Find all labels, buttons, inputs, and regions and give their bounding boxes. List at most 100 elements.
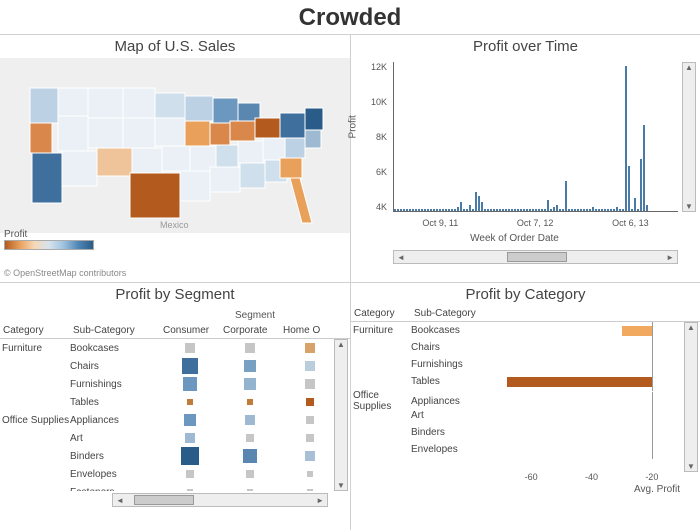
segment-hscrollbar[interactable]: ◄►	[112, 493, 328, 507]
time-bar[interactable]	[439, 209, 441, 211]
time-bar[interactable]	[589, 209, 591, 211]
time-bar[interactable]	[442, 209, 444, 211]
time-bar[interactable]	[466, 209, 468, 211]
time-bar[interactable]	[532, 209, 534, 211]
time-bar[interactable]	[460, 202, 462, 211]
segment-mark[interactable]	[246, 470, 254, 478]
time-bar[interactable]	[451, 209, 453, 211]
time-bar[interactable]	[583, 209, 585, 211]
time-bar[interactable]	[598, 209, 600, 211]
segment-mark[interactable]	[247, 489, 253, 491]
segment-mark[interactable]	[183, 377, 197, 391]
time-bar[interactable]	[580, 209, 582, 211]
time-bar[interactable]	[628, 166, 630, 211]
category-vscrollbar[interactable]	[684, 322, 698, 472]
time-bar[interactable]	[400, 209, 402, 211]
time-bar[interactable]	[607, 209, 609, 211]
us-map[interactable]: Mexico	[0, 58, 350, 233]
time-bar[interactable]	[478, 196, 480, 211]
time-bar[interactable]	[595, 209, 597, 211]
time-bar[interactable]	[436, 209, 438, 211]
time-bar[interactable]	[472, 209, 474, 211]
time-bar[interactable]	[568, 209, 570, 211]
time-bar[interactable]	[505, 209, 507, 211]
segment-row[interactable]: Fasteners	[0, 483, 350, 491]
time-bar[interactable]	[643, 125, 645, 211]
segment-row[interactable]: Office SuppliesAppliances	[0, 411, 350, 429]
time-bar[interactable]	[415, 209, 417, 211]
segment-mark[interactable]	[185, 433, 195, 443]
segment-row[interactable]: Envelopes	[0, 465, 350, 483]
time-bar[interactable]	[574, 209, 576, 211]
category-body[interactable]: FurnitureBookcasesChairsFurnishingsTable…	[351, 322, 700, 472]
time-bar[interactable]	[619, 209, 621, 211]
segment-mark[interactable]	[305, 361, 315, 371]
segment-row[interactable]: Art	[0, 429, 350, 447]
segment-vscrollbar[interactable]	[334, 339, 348, 491]
time-bar[interactable]	[610, 209, 612, 211]
time-bar[interactable]	[517, 209, 519, 211]
time-bar[interactable]	[544, 209, 546, 211]
segment-row[interactable]: Binders	[0, 447, 350, 465]
category-row[interactable]: Binders	[351, 424, 700, 441]
time-bar[interactable]	[631, 209, 633, 211]
segment-mark[interactable]	[245, 343, 255, 353]
time-bar[interactable]	[475, 192, 477, 211]
segment-body[interactable]: FurnitureBookcasesChairsFurnishingsTable…	[0, 339, 350, 491]
time-plot-area[interactable]	[393, 62, 678, 212]
time-bar[interactable]	[520, 209, 522, 211]
time-bar[interactable]	[448, 209, 450, 211]
segment-row[interactable]: Chairs	[0, 357, 350, 375]
time-bar[interactable]	[625, 66, 627, 211]
time-bar[interactable]	[511, 209, 513, 211]
time-bar[interactable]	[397, 209, 399, 211]
segment-mark[interactable]	[305, 343, 315, 353]
time-bar[interactable]	[481, 202, 483, 211]
time-bar[interactable]	[616, 207, 618, 211]
time-bar[interactable]	[487, 209, 489, 211]
segment-table[interactable]: Segment Category Sub-Category Consumer C…	[0, 310, 350, 491]
segment-mark[interactable]	[306, 434, 314, 442]
category-row[interactable]: Chairs	[351, 339, 700, 356]
time-bar[interactable]	[550, 209, 552, 211]
time-bar[interactable]	[601, 209, 603, 211]
time-bar[interactable]	[538, 209, 540, 211]
segment-mark[interactable]	[306, 416, 314, 424]
segment-mark[interactable]	[182, 358, 198, 374]
time-bar[interactable]	[499, 209, 501, 211]
time-bar[interactable]	[559, 209, 561, 211]
segment-mark[interactable]	[305, 451, 315, 461]
segment-mark[interactable]	[307, 489, 313, 491]
time-bar[interactable]	[637, 209, 639, 211]
time-bar[interactable]	[514, 209, 516, 211]
segment-mark[interactable]	[245, 415, 255, 425]
time-bar[interactable]	[526, 209, 528, 211]
time-bar[interactable]	[406, 209, 408, 211]
time-bar[interactable]	[493, 209, 495, 211]
segment-mark[interactable]	[243, 449, 257, 463]
time-bar[interactable]	[523, 209, 525, 211]
category-row[interactable]: Envelopes	[351, 441, 700, 458]
time-bar[interactable]	[454, 209, 456, 211]
time-bar[interactable]	[592, 207, 594, 211]
segment-mark[interactable]	[305, 379, 315, 389]
time-bar[interactable]	[562, 209, 564, 211]
segment-mark[interactable]	[181, 447, 199, 465]
time-bar[interactable]	[613, 209, 615, 211]
time-bar[interactable]	[403, 209, 405, 211]
segment-mark[interactable]	[247, 399, 253, 405]
segment-row[interactable]: Tables	[0, 393, 350, 411]
category-row[interactable]: Furnishings	[351, 356, 700, 373]
time-bar[interactable]	[427, 209, 429, 211]
time-bar[interactable]	[547, 200, 549, 211]
time-bar[interactable]	[604, 209, 606, 211]
time-bar[interactable]	[484, 209, 486, 211]
category-row[interactable]: Office SuppliesAppliances	[351, 390, 700, 407]
time-bar[interactable]	[433, 209, 435, 211]
time-chart[interactable]: Profit 12K10K8K6K4K Oct 9, 11Oct 7, 12Oc…	[351, 58, 700, 248]
time-bar[interactable]	[430, 209, 432, 211]
time-bar[interactable]	[535, 209, 537, 211]
time-bar[interactable]	[424, 209, 426, 211]
segment-mark[interactable]	[306, 398, 314, 406]
category-row[interactable]: FurnitureBookcases	[351, 322, 700, 339]
